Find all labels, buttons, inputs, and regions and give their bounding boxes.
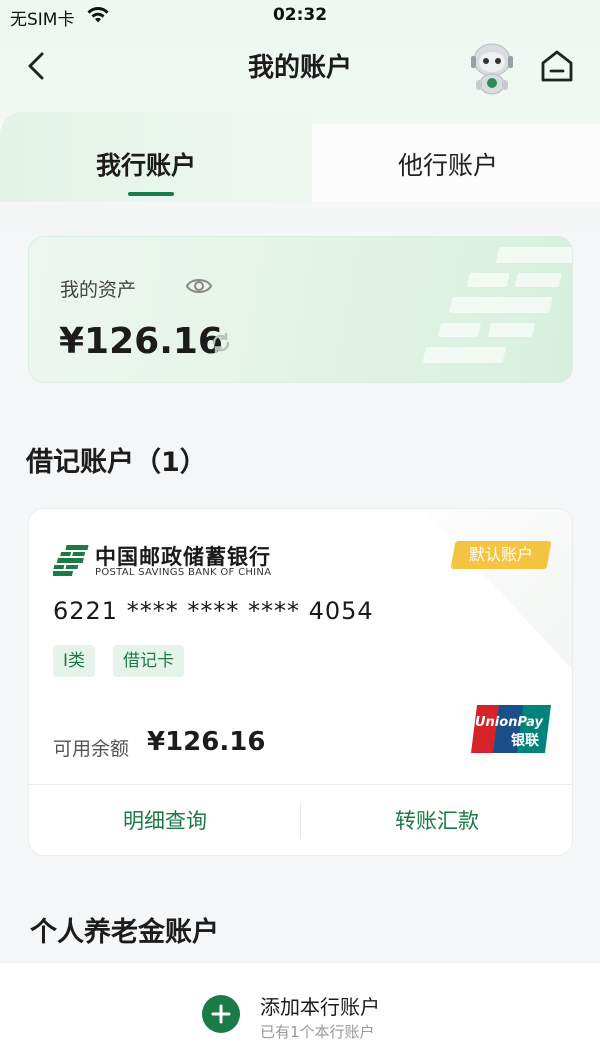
postal-bank-watermark-icon xyxy=(422,247,572,363)
bank-name-en: POSTAL SAVINGS BANK OF CHINA xyxy=(95,567,272,578)
robot-assistant-icon[interactable] xyxy=(464,38,520,96)
transaction-details-button[interactable]: 明细查询 xyxy=(29,785,301,855)
add-account-subtitle: 已有1个本行账户 xyxy=(260,1023,375,1041)
unionpay-text-en: UnionPay xyxy=(475,715,544,730)
card-number: 6221 **** **** **** 4054 xyxy=(53,597,374,625)
plus-icon xyxy=(211,1004,231,1024)
account-tabs: 我行账户 他行账户 xyxy=(0,112,600,202)
default-account-badge-label: 默认账户 xyxy=(468,545,533,564)
available-balance-label: 可用余额 xyxy=(53,738,130,760)
pension-account-title: 个人养老金账户 xyxy=(30,917,219,948)
eye-icon[interactable] xyxy=(185,275,213,297)
available-balance-value: ¥126.16 xyxy=(147,727,266,757)
active-tab-indicator xyxy=(128,192,174,196)
unionpay-text-cn: 银联 xyxy=(511,732,540,749)
home-icon[interactable] xyxy=(538,47,576,85)
add-account-title: 添加本行账户 xyxy=(260,995,380,1019)
card-type-tag: 借记卡 xyxy=(113,645,184,677)
tab-my-bank-accounts[interactable]: 我行账户 xyxy=(96,146,196,182)
add-account-button[interactable] xyxy=(202,995,240,1033)
status-time: 02:32 xyxy=(272,5,328,25)
assets-value: ¥126.16 xyxy=(59,321,223,362)
add-account-panel[interactable]: 添加本行账户 已有1个本行账户 xyxy=(0,962,600,1050)
card-decoration xyxy=(422,509,572,669)
transfer-button[interactable]: 转账汇款 xyxy=(301,785,572,855)
default-account-badge: 默认账户 xyxy=(450,541,552,569)
tab-other-bank-accounts[interactable]: 他行账户 xyxy=(398,146,498,182)
refresh-icon[interactable] xyxy=(209,331,233,355)
unionpay-logo-icon: UnionPay 银联 xyxy=(471,705,551,753)
assets-label: 我的资产 xyxy=(60,279,137,301)
status-bar: 无SIM卡 02:32 xyxy=(0,0,600,32)
card-class-tag: I类 xyxy=(53,645,96,677)
debit-card[interactable]: 中国邮政储蓄银行 POSTAL SAVINGS BANK OF CHINA 默认… xyxy=(28,508,573,856)
postal-bank-logo-icon xyxy=(53,545,89,576)
assets-card[interactable]: 我的资产 ¥126.16 xyxy=(28,236,573,383)
debit-accounts-title: 借记账户（1） xyxy=(26,447,207,478)
